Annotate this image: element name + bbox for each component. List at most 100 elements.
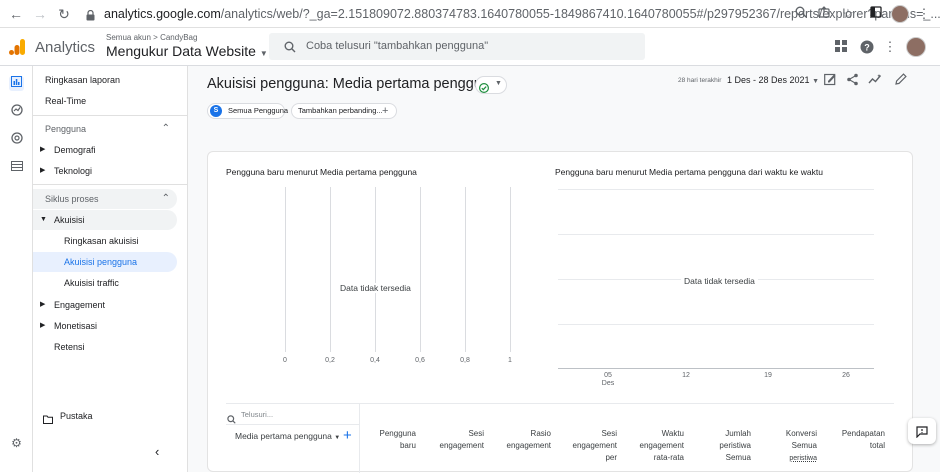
sidepanel-icon[interactable] — [868, 6, 884, 22]
reload-icon[interactable]: ↻ — [56, 6, 72, 22]
lock-icon[interactable] — [86, 8, 95, 21]
column-header-pengguna-baru[interactable]: Pengguna baru — [366, 428, 416, 452]
header-line: Rasio — [530, 429, 551, 438]
header-line: Konversi — [785, 429, 817, 438]
chevron-up-icon: ⌃ — [161, 123, 170, 134]
breadcrumb-separator: > — [153, 33, 158, 42]
nav-label: Engagement — [54, 300, 106, 310]
header-line: engagement — [506, 441, 551, 450]
customize-report-icon[interactable] — [823, 73, 838, 88]
more-vert-icon[interactable]: ⋮ — [883, 40, 897, 54]
help-icon[interactable]: ? — [860, 40, 874, 54]
edit-pencil-icon[interactable] — [893, 73, 908, 88]
profile-avatar[interactable] — [891, 5, 909, 23]
column-header-rasio-engagement[interactable]: Rasio engagement — [501, 428, 551, 452]
share-icon[interactable] — [816, 6, 832, 22]
nav-monetisasi[interactable]: ▶ Monetisasi — [33, 316, 178, 336]
nav-ringkasan-laporan[interactable]: Ringkasan laporan — [33, 70, 178, 90]
column-header-jumlah-peristiwa[interactable]: Jumlah peristiwa Semua — [701, 428, 751, 464]
date-range-picker[interactable]: 1 Des - 28 Des 2021 ▼ — [727, 75, 819, 85]
search-input[interactable]: Coba telusuri "tambahkan pengguna" — [269, 33, 645, 60]
breadcrumb-property: CandyBag — [160, 33, 198, 42]
column-header-sesi-engagement-per[interactable]: Sesi engagement per — [567, 428, 617, 464]
chevron-down-icon: ▼ — [259, 49, 268, 58]
apps-grid-icon[interactable] — [834, 40, 848, 54]
more-vert-icon[interactable]: ⋮ — [916, 6, 932, 22]
x-tick-label: 0,6 — [415, 357, 425, 364]
nav-akuisisi-traffic[interactable]: Akuisisi traffic — [33, 273, 178, 293]
nav-panel: Ringkasan laporan Real-Time Pengguna ⌃ ▶ D… — [33, 66, 188, 472]
gridline — [558, 234, 874, 235]
admin-gear-icon[interactable]: ⚙ — [9, 436, 24, 451]
section-label: Pengguna — [45, 124, 87, 134]
breadcrumb-account: Semua akun — [106, 33, 151, 42]
search-icon — [284, 40, 296, 53]
x-tick-label: 0,4 — [370, 357, 380, 364]
add-dimension-plus-icon[interactable]: + — [343, 427, 352, 444]
tick-month: Des — [601, 380, 615, 387]
star-icon[interactable]: ☆ — [840, 6, 856, 22]
nav-section-siklus[interactable]: Siklus proses ⌃ — [33, 189, 178, 209]
header-line: rata-rata — [653, 453, 684, 462]
collapse-nav-icon[interactable]: ‹ — [155, 444, 159, 459]
nav-realtime[interactable]: Real-Time — [33, 91, 178, 111]
line-no-data: Data tidak tersedia — [681, 276, 758, 286]
nav-teknologi[interactable]: ▶ Teknologi — [33, 161, 178, 181]
segment-label: Semua Pengguna — [228, 106, 289, 115]
nav-label: Akuisisi — [54, 215, 85, 225]
nav-engagement[interactable]: ▶ Engagement — [33, 295, 178, 315]
divider — [359, 403, 360, 473]
header-line: engagement — [639, 441, 684, 450]
line-chart-title: Pengguna baru menurut Media pertama peng… — [555, 167, 823, 177]
nav-akuisisi-pengguna[interactable]: Akuisisi pengguna — [33, 252, 178, 272]
url-path: /analytics/web/?_ga=2.151809072.88037478… — [220, 7, 940, 21]
insights-icon[interactable] — [867, 73, 882, 88]
nav-retensi[interactable]: Retensi — [33, 337, 178, 357]
gridline — [558, 324, 874, 325]
address-bar[interactable]: analytics.google.com/analytics/web/?_ga=… — [104, 7, 940, 21]
nav-demografi[interactable]: ▶ Demografi — [33, 140, 178, 160]
page-title: Akuisisi pengguna: Media pertama penggun… — [207, 76, 499, 92]
search-icon[interactable] — [793, 6, 809, 22]
nav-akuisisi[interactable]: ▼ Akuisisi — [33, 210, 178, 230]
property-selector[interactable]: Mengukur Data Website ▼ — [106, 43, 268, 59]
reports-icon[interactable] — [9, 76, 24, 91]
header-line: Pendapatan — [841, 429, 885, 438]
account-avatar[interactable] — [906, 37, 926, 57]
dimension-selector[interactable]: Media pertama pengguna ▼ — [235, 431, 340, 441]
dimension-label: Media pertama pengguna — [235, 431, 332, 441]
share-icon[interactable] — [845, 73, 860, 88]
column-header-pendapatan-total[interactable]: Pendapatan total — [835, 428, 885, 452]
feedback-button[interactable] — [908, 418, 936, 444]
column-header-sesi-engagement[interactable]: Sesi engagement — [434, 428, 484, 452]
nav-label: Pustaka — [60, 411, 93, 421]
column-header-konversi[interactable]: Konversi Semua peristiwa — [767, 428, 817, 465]
nav-pustaka[interactable]: Pustaka — [33, 406, 178, 426]
add-comparison-chip[interactable]: Tambahkan perbanding... + — [291, 103, 397, 119]
header-line: Jumlah — [725, 429, 751, 438]
advertising-icon[interactable] — [9, 132, 24, 147]
table-search-input[interactable]: Telusuri... — [227, 409, 347, 424]
header-line: Semua — [725, 453, 751, 462]
divider — [33, 115, 187, 116]
column-header-waktu-engagement[interactable]: Waktu engagement rata-rata — [634, 428, 684, 464]
chevron-down-icon: ▼ — [495, 80, 502, 87]
account-breadcrumb[interactable]: Semua akun > CandyBag — [106, 33, 197, 42]
nav-label: Demografi — [54, 145, 96, 155]
header-line: Waktu — [661, 429, 684, 438]
segment-chip[interactable]: S Semua Pengguna — [207, 103, 289, 119]
forward-icon[interactable]: → — [32, 6, 48, 22]
status-badge[interactable]: ▼ — [475, 76, 507, 94]
report-card: Pengguna baru menurut Media pertama peng… — [207, 151, 913, 473]
explore-icon[interactable] — [9, 104, 24, 119]
configure-icon[interactable] — [9, 160, 24, 175]
expand-caret-icon: ▶ — [40, 301, 46, 308]
header-line: baru — [399, 441, 416, 450]
nav-section-pengguna[interactable]: Pengguna ⌃ — [33, 119, 178, 139]
nav-ringkasan-akuisisi[interactable]: Ringkasan akuisisi — [33, 231, 178, 251]
analytics-logo-icon[interactable] — [9, 39, 25, 55]
back-icon[interactable]: ← — [8, 6, 24, 22]
date-preset-label: 28 hari terakhir — [678, 77, 722, 84]
header-line: Semua — [791, 441, 817, 450]
header-line: Sesi — [601, 429, 617, 438]
